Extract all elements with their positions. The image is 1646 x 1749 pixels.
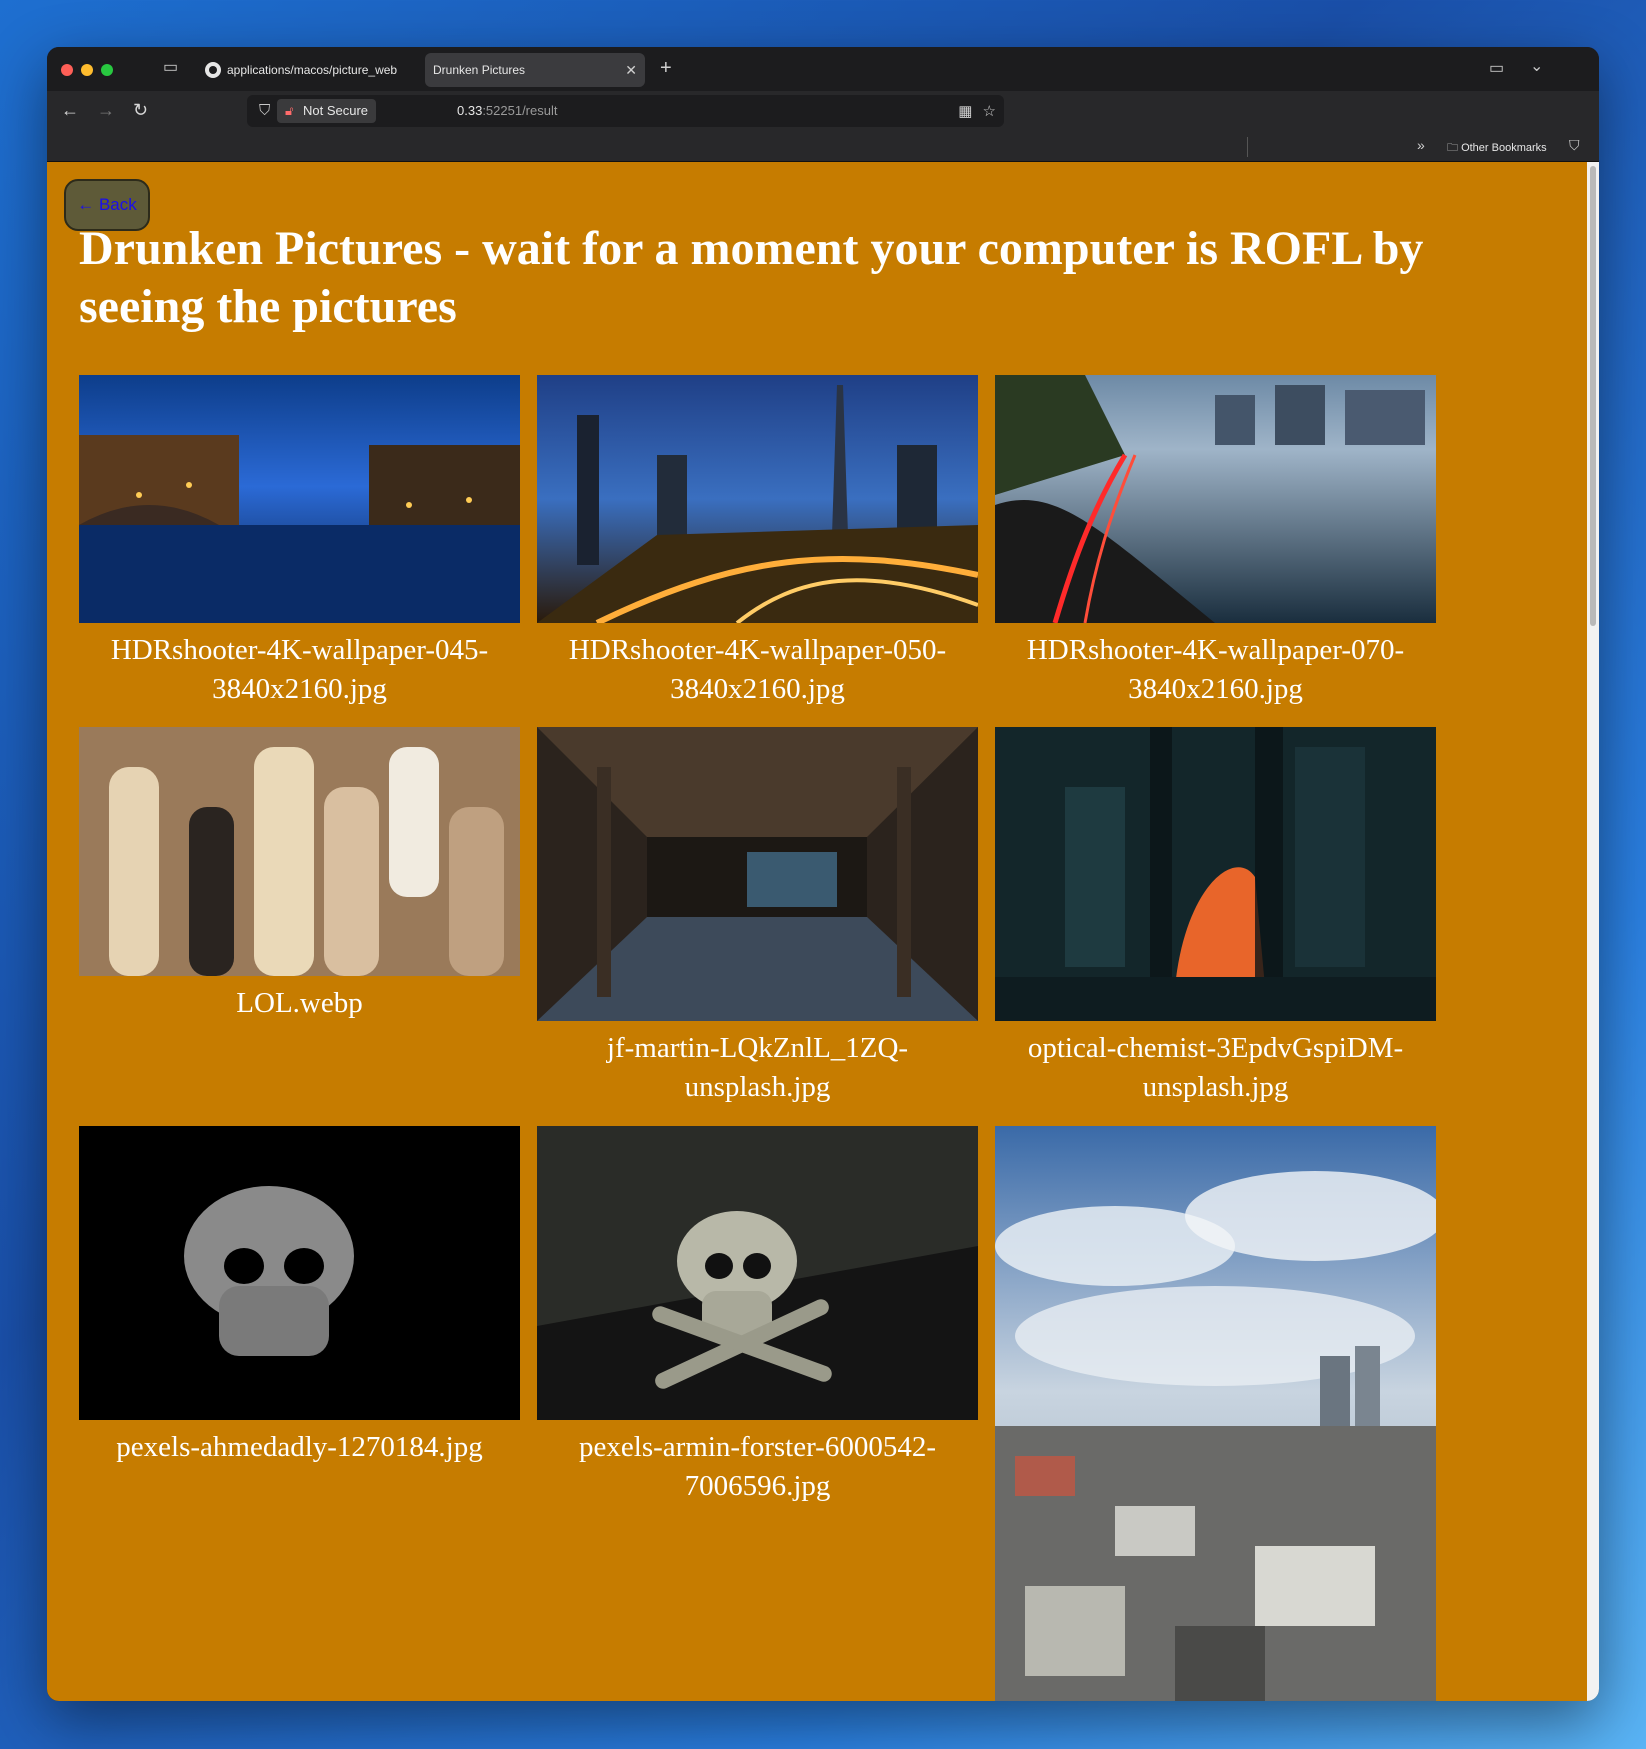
browser-window: ▭ applications/macos/picture_web ✕ Drunk… (47, 47, 1599, 1701)
tab-label: applications/macos/picture_web (227, 63, 398, 77)
forward-arrow-icon[interactable]: → (97, 100, 115, 121)
tab-label: Drunken Pictures (433, 63, 526, 77)
reload-icon[interactable]: ↻ (133, 100, 148, 121)
security-indicator[interactable]: 🔓︎ Not Secure (277, 99, 377, 123)
tab-drunken-pictures[interactable]: Drunken Pictures ✕ (425, 53, 645, 87)
thumbnail-abandoned-warehouse[interactable] (537, 727, 978, 1021)
close-window-button[interactable] (61, 64, 73, 76)
security-label: Not Secure (303, 103, 369, 118)
gallery-item[interactable]: HDRshooter-4K-wallpaper-045-3840x2160.jp… (79, 375, 520, 709)
bookmark-star-icon[interactable]: ☆ (983, 103, 996, 120)
address-bar[interactable]: ⛉ 🔓︎ Not Secure 0.33:52251/result ▦ ☆ (247, 95, 1004, 127)
tab-github[interactable]: applications/macos/picture_web ✕ (197, 53, 462, 87)
tab-bar: ▭ applications/macos/picture_web ✕ Drunk… (47, 47, 1599, 91)
url-host: 0.33 (457, 103, 483, 118)
thumbnail-skull-crossbones[interactable] (537, 1126, 978, 1420)
other-bookmarks-folder[interactable]: 🗀 Other Bookmarks (1447, 139, 1547, 158)
minimize-window-button[interactable] (81, 64, 93, 76)
close-tab-icon[interactable]: ✕ (625, 62, 637, 79)
back-arrow-icon[interactable]: ← (61, 100, 79, 121)
list-tabs-icon[interactable]: ⌄ (1530, 59, 1543, 75)
page-title: Drunken Pictures - wait for a moment you… (79, 222, 1424, 333)
image-caption: pexels-ahmedadly-1270184.jpg (116, 1431, 483, 1463)
image-caption: HDRshooter-4K-wallpaper-050-3840x2160.jp… (568, 634, 947, 705)
gallery-item[interactable]: optical-chemist-3EpdvGspiDM-unsplash.jpg (995, 727, 1436, 1107)
thumbnail-dubai-skyline[interactable] (537, 375, 978, 623)
scrollbar-thumb[interactable] (1590, 166, 1596, 626)
image-caption: optical-chemist-3EpdvGspiDM-unsplash.jpg (1027, 1032, 1404, 1103)
shield-icon[interactable]: ⛉ (259, 102, 270, 119)
navigation-bar: ← → ↻ ⛉ 🔓︎ Not Secure 0.33:52251/result … (47, 91, 1599, 131)
bookmarks-overflow-icon[interactable]: » (1417, 137, 1425, 153)
toolbar-divider (1247, 137, 1248, 157)
image-caption: HDRshooter-4K-wallpaper-045-3840x2160.jp… (110, 634, 489, 705)
insecure-lock-icon: 🔓︎ (285, 103, 294, 118)
github-icon (205, 62, 221, 78)
gallery-item[interactable] (995, 1126, 1436, 1701)
gallery-item[interactable]: jf-martin-LQkZnlL_1ZQ-unsplash.jpg (537, 727, 978, 1107)
other-bookmarks-label: Other Bookmarks (1461, 142, 1547, 154)
sidebar-toggle-icon[interactable]: ▭ (1489, 61, 1504, 77)
bookmarks-toolbar: » 🗀 Other Bookmarks ⛉ (47, 131, 1599, 162)
url-text[interactable]: 0.33:52251/result (457, 103, 557, 118)
new-tab-button[interactable]: + (660, 57, 672, 80)
image-caption: LOL.webp (236, 987, 363, 1019)
thumbnail-lol[interactable] (79, 727, 520, 976)
thumbnail-skull-dark[interactable] (79, 1126, 520, 1420)
page-content: ← Back Drunken Pictures - wait for a mom… (47, 162, 1587, 1701)
url-actions: ▦ ☆ (958, 102, 996, 120)
image-caption: HDRshooter-4K-wallpaper-070-3840x2160.jp… (1026, 634, 1405, 705)
tab-overview-icon[interactable]: ▭ (163, 60, 178, 76)
url-path: :52251/result (482, 103, 558, 118)
zoom-window-button[interactable] (101, 64, 113, 76)
thumbnail-paris-river[interactable] (995, 375, 1436, 623)
thumbnail-amsterdam-canal[interactable] (79, 375, 520, 623)
gallery-item[interactable]: pexels-ahmedadly-1270184.jpg (79, 1126, 520, 1467)
gallery-item[interactable]: HDRshooter-4K-wallpaper-050-3840x2160.jp… (537, 375, 978, 709)
gallery-item[interactable]: LOL.webp (79, 727, 520, 1023)
gallery-item[interactable]: HDRshooter-4K-wallpaper-070-3840x2160.jp… (995, 375, 1436, 709)
thumbnail-night-city-orange-building[interactable] (995, 727, 1436, 1021)
image-caption: jf-martin-LQkZnlL_1ZQ-unsplash.jpg (606, 1032, 909, 1103)
vertical-scrollbar[interactable] (1587, 162, 1599, 1701)
pocket-icon[interactable]: ⛉ (1569, 137, 1580, 154)
thumbnail-city-skyline-clouds[interactable] (995, 1126, 1436, 1701)
qr-code-icon[interactable]: ▦ (958, 103, 972, 120)
gallery-item[interactable]: pexels-armin-forster-6000542-7006596.jpg (537, 1126, 978, 1506)
image-caption: pexels-armin-forster-6000542-7006596.jpg (579, 1431, 936, 1502)
